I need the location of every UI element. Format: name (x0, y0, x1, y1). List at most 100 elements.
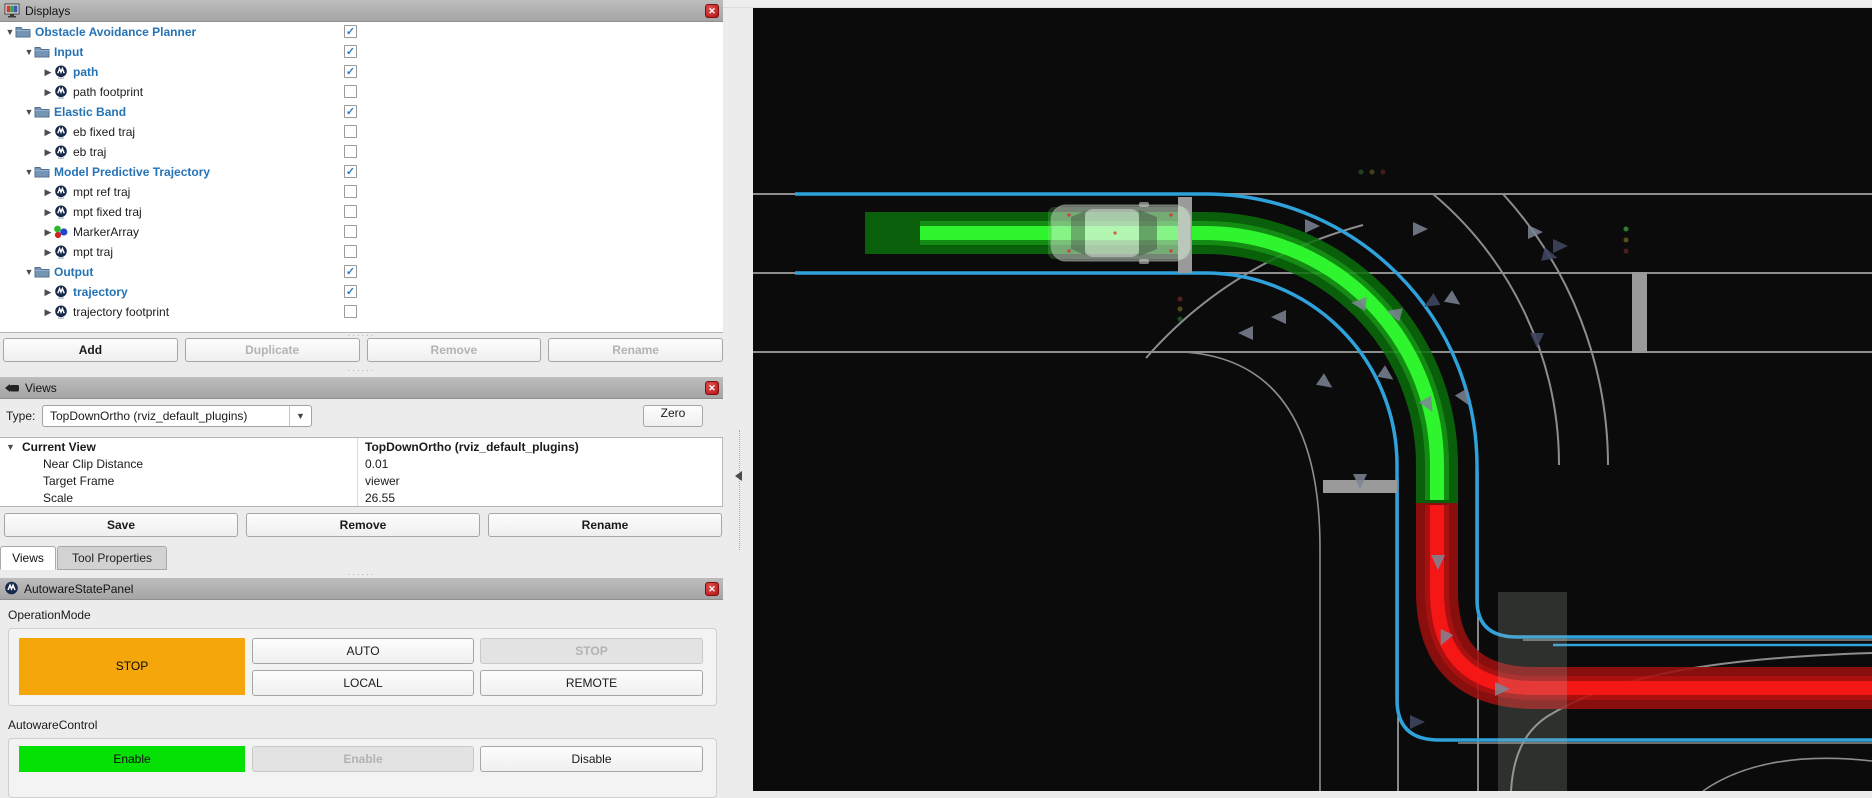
folder-icon (34, 265, 50, 279)
visibility-checkbox[interactable]: ✓ (344, 105, 357, 118)
chevron-right-icon[interactable]: ▶ (43, 307, 53, 318)
property-name: Scale (0, 489, 358, 506)
displays-icon (4, 3, 20, 18)
visibility-checkbox[interactable]: ✓ (344, 165, 357, 178)
displays-button-row: Add Duplicate RemoveRename (3, 338, 723, 362)
tab-views[interactable]: Views (0, 546, 56, 570)
local-button[interactable]: LOCAL (252, 670, 474, 696)
chevron-down-icon[interactable]: ▼ (6, 442, 15, 452)
tree-item-trajectory-footprint[interactable]: ▶trajectory footprint (0, 302, 723, 322)
view-type-label: Type: (6, 409, 35, 423)
chevron-right-icon[interactable]: ▶ (43, 67, 53, 78)
tree-item-markerarray[interactable]: ▶MarkerArray (0, 222, 723, 242)
displays-close-button[interactable]: ✕ (705, 4, 719, 18)
property-row-near-clip-distance[interactable]: Near Clip Distance0.01 (0, 455, 722, 472)
chevron-right-icon[interactable]: ▶ (43, 287, 53, 298)
disable-button[interactable]: Disable (480, 746, 703, 772)
visibility-checkbox[interactable] (344, 85, 357, 98)
building-footprint (1498, 592, 1567, 791)
tree-item-trajectory[interactable]: ▶trajectory✓ (0, 282, 723, 302)
chevron-down-icon[interactable]: ▼ (5, 27, 15, 37)
chevron-right-icon[interactable]: ▶ (43, 127, 53, 138)
displays-panel-title: Displays (25, 4, 70, 18)
tree-item-elastic-band[interactable]: ▼Elastic Band✓ (0, 102, 723, 122)
visibility-checkbox[interactable] (344, 205, 357, 218)
tree-item-output[interactable]: ▼Output✓ (0, 262, 723, 282)
tree-item-label: path footprint (73, 85, 143, 99)
visibility-checkbox[interactable] (344, 125, 357, 138)
chevron-right-icon[interactable]: ▶ (43, 207, 53, 218)
visibility-checkbox[interactable] (344, 185, 357, 198)
visibility-checkbox[interactable] (344, 145, 357, 158)
display-rename-button[interactable]: Rename (548, 338, 723, 362)
visibility-checkbox[interactable] (344, 305, 357, 318)
autoware-state-panel-title: AutowareStatePanel (24, 582, 133, 596)
view-rename-button[interactable]: Rename (488, 513, 722, 537)
view-type-dropdown[interactable]: TopDownOrtho (rviz_default_plugins) ▼ (42, 405, 312, 427)
autoware-state-panel-header[interactable]: AutowareStatePanel ✕ (0, 578, 723, 600)
map-scene (753, 8, 1872, 791)
display-add-button[interactable]: Add (3, 338, 178, 362)
visibility-checkbox[interactable]: ✓ (344, 265, 357, 278)
chevron-down-icon[interactable]: ▼ (24, 267, 34, 277)
autoware-state-close-button[interactable]: ✕ (705, 582, 719, 596)
display-remove-button[interactable]: Remove (367, 338, 542, 362)
chevron-right-icon[interactable]: ▶ (43, 247, 53, 258)
property-row-target-frame[interactable]: Target Frameviewer (0, 472, 722, 489)
autoware-icon (53, 285, 69, 299)
visibility-checkbox[interactable]: ✓ (344, 25, 357, 38)
visibility-checkbox[interactable]: ✓ (344, 285, 357, 298)
property-row-scale[interactable]: Scale26.55 (0, 489, 722, 506)
chevron-down-icon: ▼ (289, 406, 311, 426)
visibility-checkbox[interactable]: ✓ (344, 65, 357, 78)
tab-tool-properties[interactable]: Tool Properties (57, 546, 167, 570)
autoware-control-label: AutowareControl (8, 718, 97, 732)
displays-tree[interactable]: ▼Obstacle Avoidance Planner✓▼Input✓▶path… (0, 22, 723, 333)
operation-mode-status: STOP (19, 638, 245, 695)
stop-button[interactable]: STOP (480, 638, 703, 664)
current-view-table[interactable]: ▼Current ViewTopDownOrtho (rviz_default_… (0, 437, 723, 507)
chevron-right-icon[interactable]: ▶ (43, 147, 53, 158)
tree-item-obstacle-avoidance-planner[interactable]: ▼Obstacle Avoidance Planner✓ (0, 22, 723, 42)
folder-icon (34, 165, 50, 179)
tree-item-model-predictive-trajectory[interactable]: ▼Model Predictive Trajectory✓ (0, 162, 723, 182)
visibility-checkbox[interactable] (344, 245, 357, 258)
tree-item-label: Input (54, 45, 83, 59)
dock-collapse-arrow[interactable] (735, 471, 742, 481)
chevron-right-icon[interactable]: ▶ (43, 87, 53, 98)
displays-panel-header[interactable]: Displays ✕ (0, 0, 723, 22)
tree-item-path-footprint[interactable]: ▶ path footprint (0, 82, 723, 102)
tree-item-eb-fixed-traj[interactable]: ▶eb fixed traj (0, 122, 723, 142)
tree-item-mpt-traj[interactable]: ▶mpt traj (0, 242, 723, 262)
visibility-checkbox[interactable]: ✓ (344, 45, 357, 58)
views-button-row: Save Remove Rename (4, 513, 722, 537)
display-duplicate-button[interactable]: Duplicate (185, 338, 360, 362)
chevron-down-icon[interactable]: ▼ (24, 47, 34, 57)
chevron-down-icon[interactable]: ▼ (24, 107, 34, 117)
chevron-right-icon[interactable]: ▶ (43, 187, 53, 198)
viewport-top-strip (723, 0, 1872, 8)
tree-item-eb-traj[interactable]: ▶ eb traj (0, 142, 723, 162)
splitter-handle[interactable]: ······ (0, 368, 723, 374)
tree-item-path[interactable]: ▶path✓ (0, 62, 723, 82)
views-close-button[interactable]: ✕ (705, 381, 719, 395)
remote-button[interactable]: REMOTE (480, 670, 703, 696)
auto-button[interactable]: AUTO (252, 638, 474, 664)
dock-resize-handle[interactable] (739, 430, 740, 550)
current-view-header-row[interactable]: ▼Current ViewTopDownOrtho (rviz_default_… (0, 438, 722, 455)
tree-item-mpt-fixed-traj[interactable]: ▶mpt fixed traj (0, 202, 723, 222)
tree-item-label: eb traj (73, 145, 106, 159)
rviz-3d-viewport[interactable] (753, 8, 1872, 791)
enable-button[interactable]: Enable (252, 746, 474, 772)
views-panel-header[interactable]: Views ✕ (0, 377, 723, 399)
tree-item-input[interactable]: ▼ Input ✓ (0, 42, 723, 62)
property-value: viewer (358, 474, 400, 488)
zero-button[interactable]: Zero (643, 405, 703, 427)
view-save-button[interactable]: Save (4, 513, 238, 537)
chevron-down-icon[interactable]: ▼ (24, 167, 34, 177)
stop-line (1632, 272, 1647, 353)
visibility-checkbox[interactable] (344, 225, 357, 238)
tree-item-mpt-ref-traj[interactable]: ▶mpt ref traj (0, 182, 723, 202)
chevron-right-icon[interactable]: ▶ (43, 227, 53, 238)
view-remove-button[interactable]: Remove (246, 513, 480, 537)
